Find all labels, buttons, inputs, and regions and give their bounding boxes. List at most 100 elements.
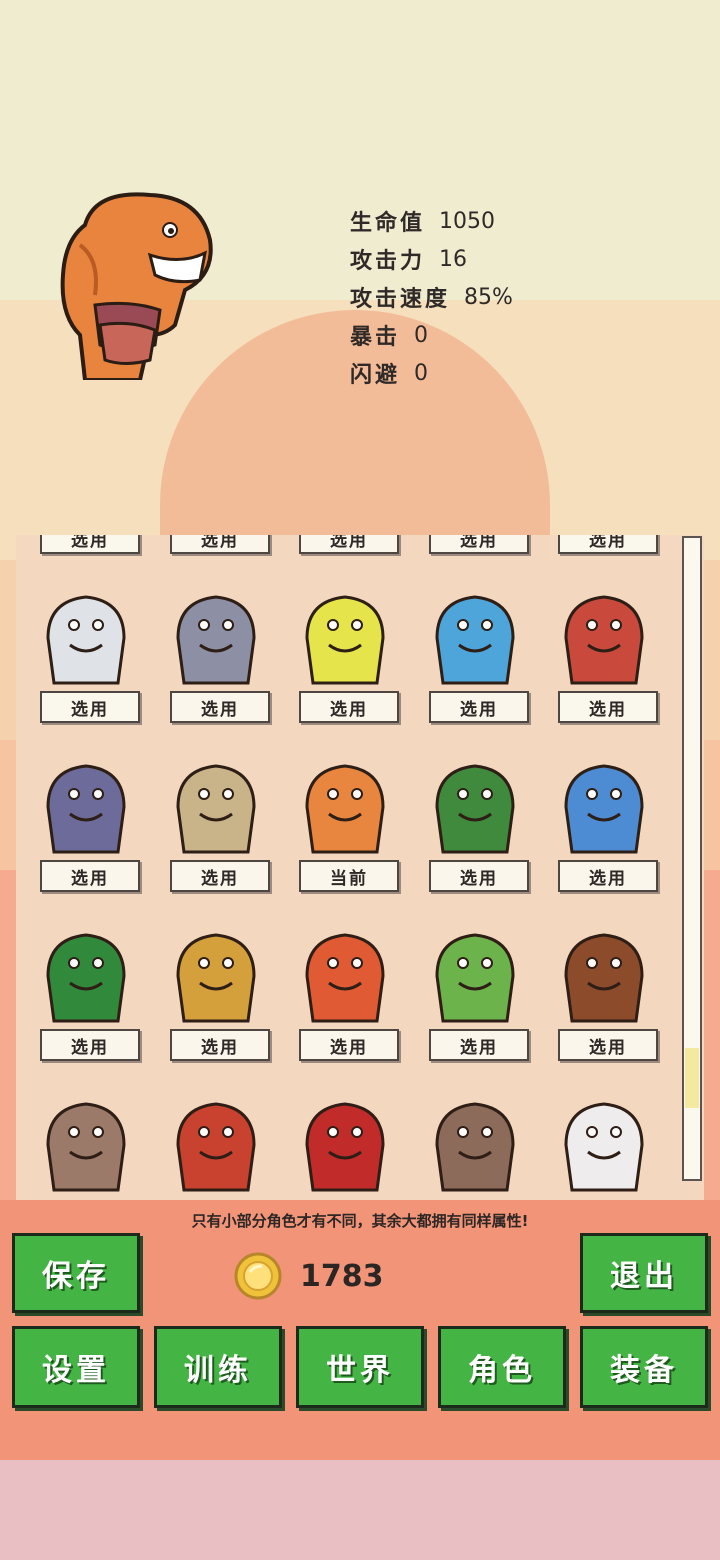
coin-count: 1783 — [300, 1258, 384, 1294]
roster-cell[interactable]: 选用 — [16, 535, 146, 571]
hero-portrait — [60, 192, 213, 380]
red-demon-girl-icon — [305, 1102, 385, 1192]
select-character-button[interactable]: 选用 — [429, 535, 529, 554]
roster-scrollbar[interactable] — [682, 536, 702, 1181]
stat-row-attack: 攻击力 16 — [350, 240, 513, 278]
roster-cell[interactable] — [405, 1078, 535, 1200]
armored-dog-icon — [176, 933, 256, 1023]
exit-button[interactable]: 退出 — [580, 1233, 708, 1313]
select-character-button[interactable]: 选用 — [40, 860, 140, 892]
select-character-button[interactable]: 选用 — [299, 691, 399, 723]
roster-cell[interactable]: 选用 — [534, 535, 664, 571]
select-character-button[interactable]: 选用 — [429, 691, 529, 723]
blue-fish-demon-icon — [564, 764, 644, 854]
stat-row-attack-speed: 攻击速度 85% — [350, 278, 513, 316]
select-character-button[interactable]: 选用 — [299, 1029, 399, 1061]
select-character-button[interactable]: 选用 — [40, 535, 140, 554]
roster-cell[interactable]: 选用 — [405, 571, 535, 740]
select-character-button[interactable]: 选用 — [170, 691, 270, 723]
equipment-button[interactable]: 装备 — [580, 1326, 708, 1408]
stat-label: 生命值 — [350, 211, 426, 236]
roster-row — [16, 1078, 676, 1200]
stat-value: 85% — [464, 284, 513, 310]
roster-row: 选用 选用 选用 选用 选用 — [16, 909, 676, 1078]
select-character-button[interactable]: 选用 — [558, 860, 658, 892]
stat-value: 0 — [414, 322, 429, 348]
select-character-button[interactable]: 选用 — [299, 535, 399, 554]
roster-cell[interactable] — [16, 1078, 146, 1200]
coin-display: 1783 — [234, 1252, 384, 1300]
minotaur-icon — [564, 933, 644, 1023]
roster-cell[interactable]: 选用 — [146, 535, 276, 571]
settings-button[interactable]: 设置 — [12, 1326, 140, 1408]
select-character-button[interactable]: 选用 — [429, 860, 529, 892]
roster-cell[interactable]: 选用 — [534, 740, 664, 909]
select-character-button[interactable]: 选用 — [170, 535, 270, 554]
roster-cell[interactable]: 选用 — [405, 535, 535, 571]
stat-value: 0 — [414, 360, 429, 386]
world-button[interactable]: 世界 — [296, 1326, 424, 1408]
crocodile-warrior-icon — [176, 1102, 256, 1192]
green-gargoyle-icon — [435, 764, 515, 854]
red-dragon-icon — [305, 933, 385, 1023]
stat-value: 16 — [439, 246, 468, 272]
roster-cell[interactable]: 选用 — [534, 909, 664, 1078]
roster-cell[interactable] — [146, 1078, 276, 1200]
red-bear-icon — [564, 595, 644, 685]
roster-cell[interactable]: 选用 — [146, 571, 276, 740]
stat-label: 闪避 — [350, 363, 401, 388]
roster-cell[interactable]: 选用 — [534, 571, 664, 740]
stat-row-crit: 暴击 0 — [350, 316, 513, 354]
gold-coin-icon — [234, 1252, 282, 1300]
train-button[interactable]: 训练 — [154, 1326, 282, 1408]
roster-row: 选用 选用 当前 选用 选用 — [16, 740, 676, 909]
yellow-turtle-icon — [305, 595, 385, 685]
select-character-button[interactable]: 选用 — [558, 535, 658, 554]
roster-cell[interactable] — [534, 1078, 664, 1200]
roster-cell[interactable]: 选用 — [405, 909, 535, 1078]
vampire-icon — [176, 595, 256, 685]
roster-cell[interactable]: 选用 — [405, 740, 535, 909]
save-button[interactable]: 保存 — [12, 1233, 140, 1313]
hero-stats: 生命值 1050 攻击力 16 攻击速度 85% 暴击 0 闪避 0 — [350, 202, 513, 392]
chicken-fighter-icon — [564, 1102, 644, 1192]
stat-label: 攻击力 — [350, 249, 426, 274]
clay-golem-icon — [305, 764, 385, 854]
character-button[interactable]: 角色 — [438, 1326, 566, 1408]
roster-cell[interactable]: 选用 — [16, 740, 146, 909]
roster-cell[interactable]: 选用 — [16, 571, 146, 740]
current-character-button[interactable]: 当前 — [299, 860, 399, 892]
roster-content: 选用 选用 选用 选用 选用 选用 选用 选用 选用 选用 选用 选用 当前 选用 选用 选用 选用 选用 选用 选用 — [16, 535, 676, 1200]
beholder-icon — [46, 764, 126, 854]
select-character-button[interactable]: 选用 — [170, 1029, 270, 1061]
select-character-button[interactable]: 选用 — [40, 691, 140, 723]
roster-cell[interactable]: 选用 — [146, 909, 276, 1078]
blue-shark-icon — [435, 595, 515, 685]
white-werewolf-icon — [46, 595, 126, 685]
goblin-boar-rider-icon — [435, 933, 515, 1023]
select-character-button[interactable]: 选用 — [40, 1029, 140, 1061]
scroll-thumb[interactable] — [685, 1048, 699, 1108]
roster-cell[interactable]: 选用 — [16, 909, 146, 1078]
roster-cell[interactable]: 选用 — [146, 740, 276, 909]
stone-troll-icon — [435, 1102, 515, 1192]
select-character-button[interactable]: 选用 — [558, 1029, 658, 1061]
stat-value: 1050 — [439, 208, 496, 234]
character-roster[interactable]: 选用 选用 选用 选用 选用 选用 选用 选用 选用 选用 选用 选用 当前 选用 选用 选用 选用 选用 选用 选用 — [16, 535, 704, 1200]
roster-cell[interactable]: 选用 — [275, 571, 405, 740]
roster-cell[interactable]: 选用 — [275, 909, 405, 1078]
stat-row-dodge: 闪避 0 — [350, 354, 513, 392]
roster-cell[interactable]: 当前 — [275, 740, 405, 909]
roster-row: 选用 选用 选用 选用 选用 — [16, 571, 676, 740]
roster-cell[interactable] — [275, 1078, 405, 1200]
stat-row-hp: 生命值 1050 — [350, 202, 513, 240]
roster-hint: 只有小部分角色才有不同，其余大都拥有同样属性! — [191, 1212, 529, 1230]
roster-cell[interactable]: 选用 — [275, 535, 405, 571]
select-character-button[interactable]: 选用 — [429, 1029, 529, 1061]
select-character-button[interactable]: 选用 — [558, 691, 658, 723]
stat-label: 攻击速度 — [350, 287, 451, 312]
roster-row: 选用 选用 选用 选用 选用 — [16, 535, 676, 571]
select-character-button[interactable]: 选用 — [170, 860, 270, 892]
rock-golem-icon — [46, 1102, 126, 1192]
skeleton-knight-icon — [176, 764, 256, 854]
